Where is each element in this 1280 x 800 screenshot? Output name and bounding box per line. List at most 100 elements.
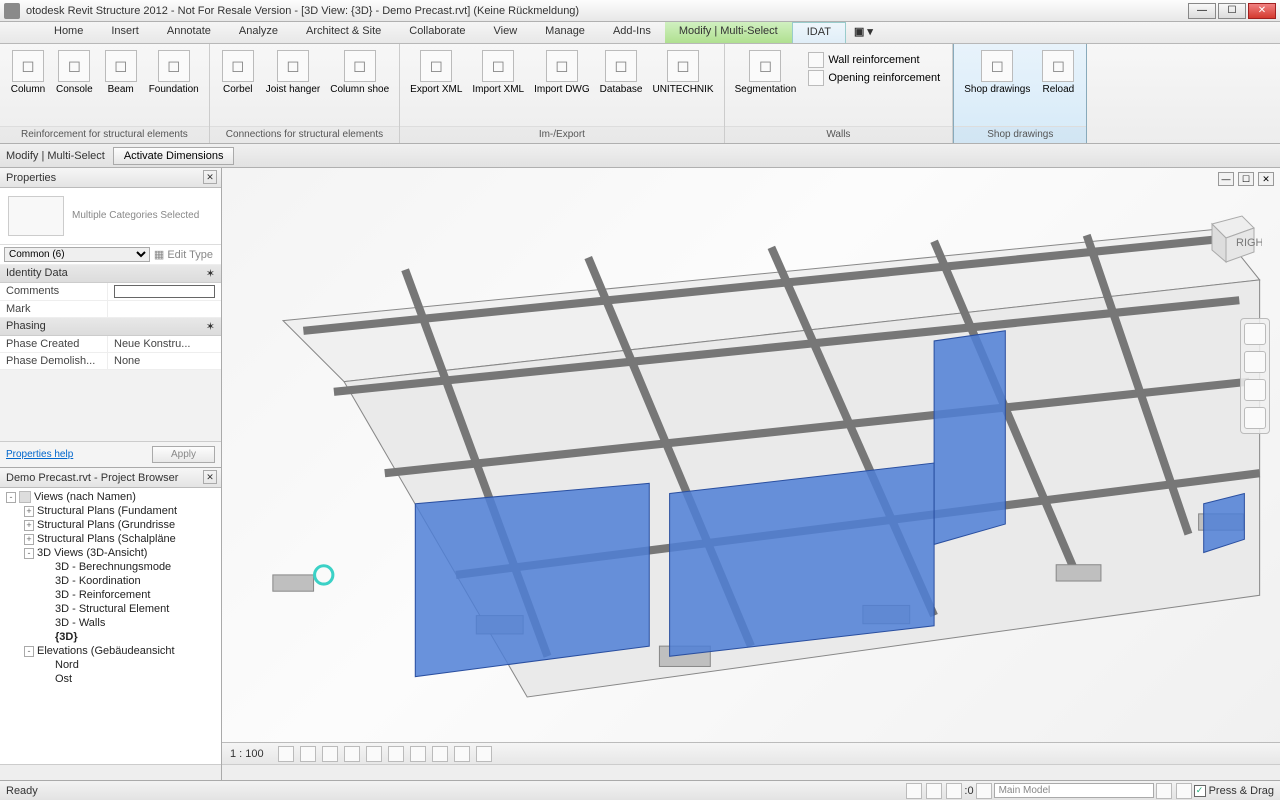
view-scale[interactable]: 1 : 100 [230,748,264,760]
tree-node[interactable]: Ost [0,672,221,686]
tree-node[interactable]: +Structural Plans (Grundrisse [0,518,221,532]
ribbon-beam-button[interactable]: ◻Beam [99,48,143,97]
tree-node[interactable]: 3D - Structural Element [0,602,221,616]
tab-insert[interactable]: Insert [97,22,153,43]
tree-node[interactable]: 3D - Berechnungsmode [0,560,221,574]
ribbon-database-button[interactable]: ◻Database [596,48,647,97]
tree-twisty-icon[interactable]: - [24,646,34,657]
tree-node[interactable]: -3D Views (3D-Ansicht) [0,546,221,560]
tab-analyze[interactable]: Analyze [225,22,292,43]
tree-twisty-icon[interactable]: - [24,548,34,559]
properties-close-icon[interactable]: ✕ [203,170,217,184]
tree-twisty-icon[interactable]: + [24,506,34,517]
press-drag-toggle[interactable]: ✓ Press & Drag [1194,785,1274,797]
tab-idat[interactable]: IDAT [792,22,846,43]
ribbon-corbel-button[interactable]: ◻Corbel [216,48,260,97]
ribbon-export-xml-button[interactable]: ◻Export XML [406,48,466,97]
view-minimize-icon[interactable]: — [1218,172,1234,186]
tree-node[interactable]: Nord [0,658,221,672]
nav-zoom-icon[interactable] [1244,379,1266,401]
tab-overflow-icon[interactable]: ▣ ▾ [846,22,881,43]
ribbon-foundation-button[interactable]: ◻Foundation [145,48,203,97]
ribbon-import-dwg-button[interactable]: ◻Import DWG [530,48,594,97]
tab-manage[interactable]: Manage [531,22,599,43]
tab-annotate[interactable]: Annotate [153,22,225,43]
detail-level-icon[interactable] [278,746,294,762]
prop-group-identity-data[interactable]: Identity Data✶ [0,265,221,283]
tab-view[interactable]: View [480,22,532,43]
reveal-hidden-icon[interactable] [476,746,492,762]
ribbon-unitechnik-button[interactable]: ◻UNITECHNIK [648,48,717,97]
tree-twisty-icon[interactable]: + [24,534,34,545]
sun-path-icon[interactable] [322,746,338,762]
ribbon-segmentation-button[interactable]: ◻Segmentation [731,48,801,97]
close-button[interactable]: ✕ [1248,3,1276,19]
edit-type-button[interactable]: ▦ Edit Type [150,248,217,261]
design-options-icon[interactable] [946,783,962,799]
view-scrollbar[interactable] [222,764,1280,780]
tree-node[interactable]: 3D - Walls [0,616,221,630]
maximize-button[interactable]: ☐ [1218,3,1246,19]
properties-header[interactable]: Properties ✕ [0,168,221,188]
project-browser-tree[interactable]: -Views (nach Namen)+Structural Plans (Fu… [0,488,221,764]
tree-node[interactable]: +Structural Plans (Schalpläne [0,532,221,546]
tree-twisty-icon[interactable]: + [24,520,34,531]
nav-orbit-icon[interactable] [1244,407,1266,429]
active-only-icon[interactable] [1156,783,1172,799]
project-browser-header[interactable]: Demo Precast.rvt - Project Browser ✕ [0,468,221,488]
crop-view-icon[interactable] [388,746,404,762]
tree-node[interactable]: -Views (nach Namen) [0,490,221,504]
ribbon-column-shoe-button[interactable]: ◻Column shoe [326,48,393,97]
ribbon-shop-drawings-button[interactable]: ◻Shop drawings [960,48,1034,97]
ribbon-import-xml-button[interactable]: ◻Import XML [468,48,528,97]
prop-value[interactable]: None [108,353,221,369]
prop-value[interactable]: Neue Konstru... [108,336,221,352]
prop-value[interactable] [108,301,221,317]
apply-button[interactable]: Apply [152,446,215,463]
ribbon-joist-hanger-button[interactable]: ◻Joist hanger [262,48,324,97]
tree-node[interactable]: 3D - Reinforcement [0,588,221,602]
activate-dimensions-button[interactable]: Activate Dimensions [113,147,235,165]
tab-architect-site[interactable]: Architect & Site [292,22,395,43]
temp-hide-icon[interactable] [454,746,470,762]
instance-selector[interactable]: Common (6) [4,247,150,262]
editable-only-icon[interactable] [926,783,942,799]
3d-viewport[interactable] [222,168,1280,780]
ribbon-opening-reinforcement-button[interactable]: Opening reinforcement [808,70,940,86]
rendering-icon[interactable] [366,746,382,762]
browser-scrollbar[interactable] [0,764,221,780]
tree-twisty-icon[interactable]: - [6,492,16,503]
prop-group-phasing[interactable]: Phasing✶ [0,318,221,336]
ribbon-console-button[interactable]: ◻Console [52,48,97,97]
tab-modify-multi-select[interactable]: Modify | Multi-Select [665,22,792,43]
view-cube[interactable]: RIGHT [1192,204,1262,274]
crop-region-icon[interactable] [410,746,426,762]
type-selector[interactable]: Multiple Categories Selected [0,188,221,245]
tab-home[interactable]: Home [40,22,97,43]
lock-view-icon[interactable] [432,746,448,762]
ribbon-reload-button[interactable]: ◻Reload [1036,48,1080,97]
view-restore-icon[interactable]: ☐ [1238,172,1254,186]
project-browser-close-icon[interactable]: ✕ [203,470,217,484]
ribbon-column-button[interactable]: ◻Column [6,48,50,97]
visual-style-icon[interactable] [300,746,316,762]
tree-node[interactable]: +Structural Plans (Fundament [0,504,221,518]
tree-node[interactable]: 3D - Koordination [0,574,221,588]
tab-collaborate[interactable]: Collaborate [395,22,479,43]
view-close-icon[interactable]: ✕ [1258,172,1274,186]
filter-icon[interactable] [976,783,992,799]
tab-add-ins[interactable]: Add-Ins [599,22,665,43]
minimize-button[interactable]: — [1188,3,1216,19]
prop-value[interactable] [108,283,221,300]
tree-node[interactable]: -Elevations (Gebäudeansicht [0,644,221,658]
prop-input[interactable] [114,285,215,298]
worksharing-icon[interactable] [906,783,922,799]
ribbon-wall-reinforcement-button[interactable]: Wall reinforcement [808,52,940,68]
workset-combo[interactable] [994,783,1154,798]
nav-wheel-icon[interactable] [1244,323,1266,345]
tree-node[interactable]: {3D} [0,630,221,644]
nav-pan-icon[interactable] [1244,351,1266,373]
properties-help-link[interactable]: Properties help [6,449,73,460]
exclude-icon[interactable] [1176,783,1192,799]
shadows-icon[interactable] [344,746,360,762]
